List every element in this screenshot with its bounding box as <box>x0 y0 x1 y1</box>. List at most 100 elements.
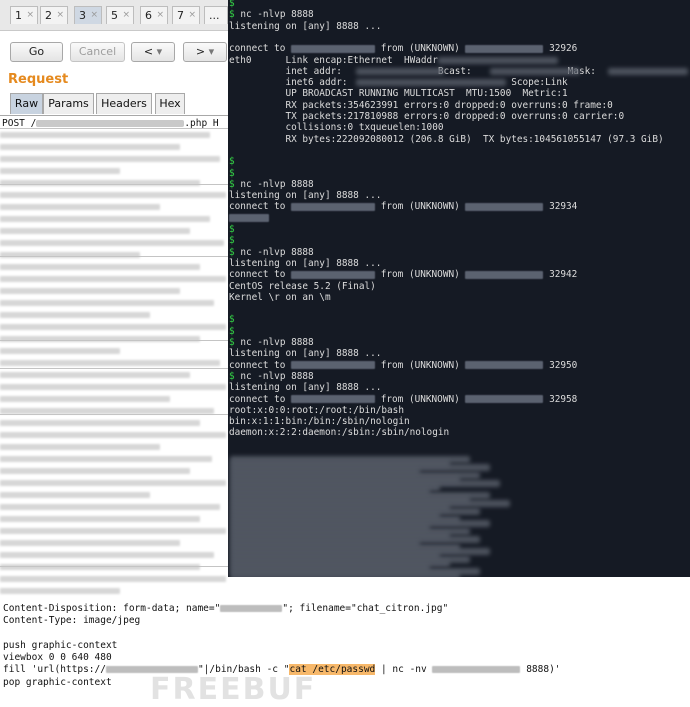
request-tab-6[interactable]: 6 × <box>140 6 168 24</box>
request-tab-7[interactable]: 7 × <box>172 6 200 24</box>
redacted-header-row <box>0 552 214 558</box>
redacted-header-row <box>0 336 200 342</box>
tab-close-icon[interactable]: × <box>156 7 164 24</box>
terminal-output: TX packets:217810988 errors:0 dropped:0 … <box>229 111 625 122</box>
redacted-header-row <box>0 396 170 402</box>
terminal-prompt-line: $ <box>229 156 235 167</box>
shell-prompt: $ <box>229 178 235 190</box>
shell-prompt: $ <box>229 156 235 168</box>
redacted-header-row <box>0 456 212 462</box>
terminal-output: eth0 Link encap:Ethernet HWaddr <box>229 54 444 66</box>
watermark-logo: FREEBUF <box>150 672 317 707</box>
redacted-header-row <box>0 348 120 354</box>
terminal-window[interactable]: $ $ nc -nlvp 8888 listening on [any] 8888 … <box>228 0 690 577</box>
tab-params[interactable]: Params <box>43 93 94 114</box>
terminal-command-line: $ nc -nlvp 8888 <box>229 247 314 258</box>
terminal-output-line: listening on [any] 8888 ... <box>229 190 381 201</box>
request-panel-title: Request <box>8 72 69 87</box>
redacted-value <box>356 67 444 75</box>
terminal-prompt-line: $ <box>229 0 235 9</box>
redacted-header-row <box>0 252 140 258</box>
cancel-button[interactable]: Cancel <box>70 42 125 62</box>
tab-close-icon[interactable]: × <box>26 7 34 24</box>
redacted-header-row <box>0 144 180 150</box>
terminal-output: CentOS release 5.2 (Final) <box>229 280 376 292</box>
redacted-header-row <box>0 192 226 198</box>
divider <box>0 368 228 369</box>
redacted-ip <box>291 361 376 370</box>
viewbox-line: viewbox 0 0 640 480 <box>3 652 112 663</box>
from-unknown-label: from (UNKNOWN) <box>375 393 466 405</box>
redacted-value <box>438 56 558 64</box>
redacted-header-row <box>0 492 150 498</box>
terminal-output: daemon:x:2:2:daemon:/sbin:/sbin/nologin <box>229 427 450 439</box>
forward-arrow-icon: > <box>195 45 206 58</box>
terminal-output-line: RX bytes:222092080012 (206.8 GiB) TX byt… <box>229 134 663 145</box>
tab-headers[interactable]: Headers <box>96 93 152 114</box>
redacted-header-row <box>0 468 190 474</box>
from-unknown-label: from (UNKNOWN) <box>375 269 466 281</box>
request-tab-1[interactable]: 1 × <box>10 6 38 24</box>
divider <box>0 128 228 129</box>
connect-label: connect to <box>229 269 292 281</box>
redacted-header-row <box>0 444 160 450</box>
tab-close-icon[interactable]: × <box>122 7 130 24</box>
redacted-header-row <box>0 528 226 534</box>
request-tab-5[interactable]: 5 × <box>106 6 134 24</box>
tab-label: ... <box>209 9 220 22</box>
source-port: 32950 <box>549 359 578 371</box>
terminal-output: listening on [any] 8888 ... <box>229 20 382 32</box>
tab-close-icon[interactable]: × <box>56 7 64 24</box>
redacted-ip <box>432 666 521 673</box>
terminal-connect-line: connect to from (UNKNOWN) 32926 <box>229 43 577 54</box>
tab-raw[interactable]: Raw <box>10 93 43 114</box>
redacted-header-row <box>0 564 200 570</box>
terminal-output-line: listening on [any] 8888 ... <box>229 258 381 269</box>
terminal-output: listening on [any] 8888 ... <box>229 382 382 394</box>
redacted-header-row <box>0 372 190 378</box>
terminal-output: RX packets:354623991 errors:0 dropped:0 … <box>229 99 613 111</box>
source-port: 32926 <box>549 43 578 55</box>
tab-close-icon[interactable]: × <box>188 7 196 24</box>
redacted-header-row <box>0 432 226 438</box>
redacted-header-row <box>0 132 210 138</box>
request-tab-2[interactable]: 2 × <box>40 6 68 24</box>
divider <box>0 256 228 257</box>
tab-label: 3 <box>79 9 86 22</box>
divider <box>0 414 228 415</box>
terminal-output-line: listening on [any] 8888 ... <box>229 348 381 359</box>
shell-prompt: $ <box>229 370 235 382</box>
tab-close-icon[interactable]: × <box>90 7 98 24</box>
terminal-output-line: Kernel \r on an \m <box>229 292 331 303</box>
redacted-ip <box>465 44 544 53</box>
source-port: 32942 <box>549 269 578 281</box>
back-arrow-icon: < <box>143 45 154 58</box>
back-button[interactable]: < ▾ <box>131 42 175 62</box>
redacted-header-row <box>0 156 220 162</box>
terminal-output-line: TX packets:217810988 errors:0 dropped:0 … <box>229 111 624 122</box>
terminal-connect-line: connect to from (UNKNOWN) 32958 <box>229 394 577 405</box>
terminal-output-line: bin:x:1:1:bin:/bin:/sbin/nologin <box>229 416 410 427</box>
terminal-connect-line: connect to from (UNKNOWN) 32942 <box>229 269 577 280</box>
redacted-header-row <box>0 324 226 330</box>
terminal-prompt-line: $ <box>229 168 235 179</box>
go-button[interactable]: Go <box>10 42 63 62</box>
request-tab-3[interactable]: 3 × <box>74 6 102 24</box>
terminal-output: root:x:0:0:root:/root:/bin/bash <box>229 404 404 416</box>
terminal-output: bin:x:1:1:bin:/bin:/sbin/nologin <box>229 416 410 428</box>
tab-hex[interactable]: Hex <box>155 93 185 114</box>
redacted-header-row <box>0 504 220 510</box>
tab-label: 7 <box>177 9 184 22</box>
terminal-output: UP BROADCAST RUNNING MULTICAST MTU:1500 … <box>229 88 568 100</box>
terminal-command-line: $ nc -nlvp 8888 <box>229 179 314 190</box>
blurred-output-line <box>230 572 460 577</box>
request-tab-more[interactable]: ... <box>204 6 228 24</box>
shell-prompt: $ <box>229 235 235 247</box>
forward-button[interactable]: > ▾ <box>183 42 227 62</box>
from-unknown-label: from (UNKNOWN) <box>375 43 466 55</box>
terminal-command: nc -nlvp 8888 <box>240 246 314 258</box>
terminal-prompt-line: $ <box>229 326 235 337</box>
redacted-ip <box>465 270 544 279</box>
redacted-value <box>356 79 506 87</box>
terminal-output-line: eth0 Link encap:Ethernet HWaddr <box>229 55 443 66</box>
